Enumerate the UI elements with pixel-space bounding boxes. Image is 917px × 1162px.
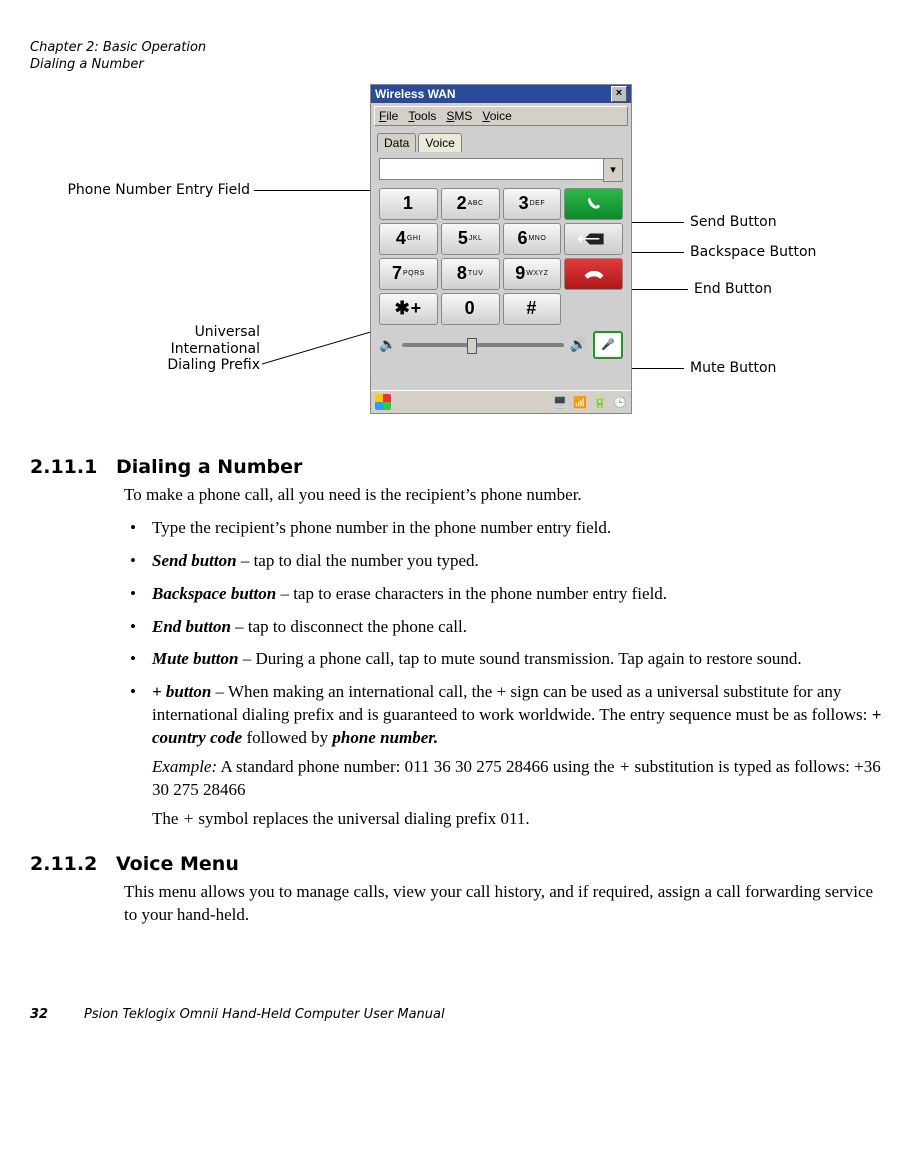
callout-mute: Mute Button: [690, 360, 776, 377]
tray: 🖥️ 📶 🔋 🕒: [550, 395, 627, 409]
send-button[interactable]: [564, 188, 623, 220]
running-header: Chapter 2: Basic Operation Dialing a Num…: [30, 40, 887, 74]
chevron-down-icon: ▾: [610, 163, 616, 176]
tray-icon[interactable]: 📶: [573, 397, 587, 409]
key-8[interactable]: 8TUV: [441, 258, 500, 290]
key-6[interactable]: 6MNO: [503, 223, 562, 255]
key-2[interactable]: 2ABC: [441, 188, 500, 220]
phone-icon: [583, 196, 605, 212]
key-9[interactable]: 9WXYZ: [503, 258, 562, 290]
key-4[interactable]: 4GHI: [379, 223, 438, 255]
section-title: Dialing a Number: [116, 456, 302, 478]
figure: Phone Number Entry Field Universal Inter…: [30, 84, 887, 434]
section-body: To make a phone call, all you need is th…: [124, 484, 887, 831]
list-item: Type the recipient’s phone number in the…: [124, 517, 887, 540]
menu-file[interactable]: File: [379, 109, 398, 123]
window-title: Wireless WAN: [375, 87, 456, 101]
callout-entry-field: Phone Number Entry Field: [30, 182, 250, 199]
section-number: 2.11.2: [30, 853, 116, 875]
closing-para: The + symbol replaces the universal dial…: [152, 808, 887, 831]
close-button[interactable]: ×: [611, 86, 627, 102]
section-number: 2.11.1: [30, 456, 116, 478]
volume-row: 🔈 🔊 🎤: [379, 331, 623, 359]
speaker-high-icon: 🔊: [570, 336, 587, 353]
screenshot-window: Wireless WAN × File Tools SMS Voice Data…: [370, 84, 632, 414]
tabbar: Data Voice: [371, 129, 631, 152]
tab-data[interactable]: Data: [377, 133, 416, 152]
taskbar: 🖥️ 📶 🔋 🕒: [371, 390, 631, 413]
key-1[interactable]: 1: [379, 188, 438, 220]
key-7[interactable]: 7PQRS: [379, 258, 438, 290]
section-heading: 2.11.2Voice Menu: [30, 853, 887, 875]
microphone-icon: 🎤: [601, 338, 615, 351]
phone-entry-row: ▾: [379, 158, 623, 182]
list-item: End button – tap to disconnect the phone…: [124, 616, 887, 639]
menu-tools[interactable]: Tools: [408, 109, 436, 123]
list-item: Send button – tap to dial the number you…: [124, 550, 887, 573]
tray-icon[interactable]: 🔋: [593, 397, 607, 409]
phone-number-input[interactable]: [379, 158, 603, 180]
key-hash[interactable]: #: [503, 293, 562, 325]
page-number: 32: [30, 1007, 84, 1022]
section-title: Voice Menu: [116, 853, 239, 875]
callout-backspace: Backspace Button: [690, 244, 816, 261]
speaker-low-icon: 🔈: [379, 336, 396, 353]
hangup-icon: [583, 266, 605, 282]
key-5[interactable]: 5JKL: [441, 223, 500, 255]
list-item: Mute button – During a phone call, tap t…: [124, 648, 887, 671]
key-0[interactable]: 0: [441, 293, 500, 325]
manual-title: Psion Teklogix Omnii Hand-Held Computer …: [84, 1007, 445, 1022]
keypad: 1 2ABC 3DEF 4GHI 5JKL 6MNO ⟵ 7PQRS 8TUV …: [379, 188, 623, 325]
menu-sms[interactable]: SMS: [446, 109, 472, 123]
volume-slider[interactable]: [402, 343, 563, 347]
end-button[interactable]: [564, 258, 623, 290]
callout-intl-prefix: Universal International Dialing Prefix: [150, 324, 260, 374]
tab-voice[interactable]: Voice: [418, 133, 461, 152]
callout-send: Send Button: [690, 214, 777, 231]
section-line: Dialing a Number: [30, 57, 887, 74]
section-heading: 2.11.1Dialing a Number: [30, 456, 887, 478]
page-footer: 32Psion Teklogix Omnii Hand-Held Compute…: [30, 1007, 887, 1022]
callout-line: [254, 190, 389, 191]
mute-button[interactable]: 🎤: [593, 331, 623, 359]
tray-icon[interactable]: 🖥️: [553, 397, 567, 409]
phone-number-dropdown[interactable]: ▾: [603, 158, 623, 182]
intro-text: To make a phone call, all you need is th…: [124, 484, 887, 507]
key-star-plus[interactable]: ✱+: [379, 293, 438, 325]
list-item: + button – When making an international …: [124, 681, 887, 831]
example-para: Example: A standard phone number: 011 36…: [152, 756, 887, 802]
body-text: This menu allows you to manage calls, vi…: [124, 881, 887, 927]
titlebar: Wireless WAN ×: [371, 85, 631, 103]
key-3[interactable]: 3DEF: [503, 188, 562, 220]
chapter-line: Chapter 2: Basic Operation: [30, 40, 887, 57]
menubar: File Tools SMS Voice: [374, 106, 628, 126]
section-body: This menu allows you to manage calls, vi…: [124, 881, 887, 927]
menu-voice[interactable]: Voice: [482, 109, 511, 123]
start-icon[interactable]: [375, 394, 391, 410]
tray-icon[interactable]: 🕒: [613, 397, 627, 409]
list-item: Backspace button – tap to erase characte…: [124, 583, 887, 606]
bullet-list: Type the recipient’s phone number in the…: [124, 517, 887, 831]
slider-thumb[interactable]: [467, 338, 477, 354]
callout-end: End Button: [694, 281, 772, 298]
backspace-button[interactable]: ⟵: [564, 223, 623, 255]
